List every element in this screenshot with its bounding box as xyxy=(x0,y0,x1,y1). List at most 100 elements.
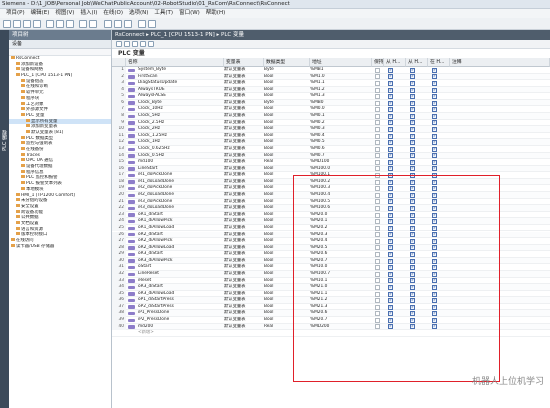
data-type-cell[interactable]: Bool xyxy=(264,120,300,127)
address-cell[interactable]: %M0.6 xyxy=(310,146,348,153)
tag-table-cell[interactable]: 默认变量表 xyxy=(224,264,264,271)
data-type-cell[interactable]: Bool xyxy=(264,80,300,87)
new-row-label[interactable]: <新增> xyxy=(138,330,196,337)
plc-programming-tab[interactable]: PLC 编程 xyxy=(1,130,8,151)
go-online-icon[interactable] xyxy=(138,20,146,28)
tag-name[interactable]: FirstScan xyxy=(138,74,196,81)
data-type-cell[interactable]: Bool xyxy=(264,153,300,160)
accessible-from-hmi-checkbox[interactable]: ✓ xyxy=(388,74,393,80)
header-data-type[interactable]: 数据类型 xyxy=(264,58,310,67)
data-type-cell[interactable]: Bool xyxy=(264,93,300,100)
visible-in-hmi-checkbox[interactable]: ✓ xyxy=(432,133,437,139)
retain-checkbox[interactable] xyxy=(375,67,380,73)
tag-table-cell[interactable]: 默认变量表 xyxy=(224,271,264,278)
menu-item[interactable]: 选项(N) xyxy=(129,10,148,16)
visible-in-hmi-checkbox[interactable]: ✓ xyxy=(432,166,437,172)
address-cell[interactable]: %M1.1 xyxy=(310,80,348,87)
tag-name[interactable]: oR3_diAllowPick xyxy=(138,258,196,265)
tag-table-cell[interactable]: 默认变量表 xyxy=(224,218,264,225)
tag-table-cell[interactable]: 默认变量表 xyxy=(224,139,264,146)
retain-checkbox[interactable] xyxy=(375,80,380,86)
table-row[interactable]: 1 System_Byte 默认变量表 Byte %MB1 ✓ ✓ ✓ xyxy=(112,67,550,74)
tag-name[interactable]: oP2_diStartPress xyxy=(138,304,196,311)
writable-from-hmi-checkbox[interactable]: ✓ xyxy=(410,94,415,100)
tag-table-cell[interactable]: 默认变量表 xyxy=(224,304,264,311)
writable-from-hmi-checkbox[interactable]: ✓ xyxy=(410,127,415,133)
redo-icon[interactable] xyxy=(89,20,97,28)
cut-icon[interactable] xyxy=(46,20,54,28)
tag-name[interactable]: md200 xyxy=(138,324,196,331)
accessible-from-hmi-checkbox[interactable]: ✓ xyxy=(388,120,393,126)
monitor-icon[interactable] xyxy=(140,41,146,47)
retain-checkbox[interactable] xyxy=(375,94,380,100)
tag-table-cell[interactable]: 默认变量表 xyxy=(224,251,264,258)
tag-name[interactable]: md100 xyxy=(138,159,196,166)
header-address[interactable]: 地址 xyxy=(310,58,372,67)
insert-row-icon[interactable] xyxy=(124,41,130,47)
table-row[interactable]: 2 FirstScan 默认变量表 Bool %M1.0 ✓ ✓ ✓ xyxy=(112,73,550,81)
tag-name[interactable]: iR3_doPickDone xyxy=(138,199,196,206)
tag-name[interactable]: iR2_doLoadDone xyxy=(138,192,196,199)
header-comment[interactable]: 注释 xyxy=(450,58,550,67)
tag-table-cell[interactable]: 默认变量表 xyxy=(224,324,264,331)
tag-table-cell[interactable]: 默认变量表 xyxy=(224,74,264,81)
visible-in-hmi-checkbox[interactable]: ✓ xyxy=(432,140,437,146)
data-type-cell[interactable]: Bool xyxy=(264,74,300,81)
visible-in-hmi-checkbox[interactable]: ✓ xyxy=(432,87,437,93)
tag-name[interactable]: oR3_diAllowLoad xyxy=(138,291,196,298)
address-cell[interactable]: %M1.0 xyxy=(310,74,348,81)
data-type-cell[interactable]: Bool xyxy=(264,166,300,173)
visible-in-hmi-checkbox[interactable]: ✓ xyxy=(432,113,437,119)
tag-name[interactable]: oR1_diAllowLoad xyxy=(138,225,196,232)
table-row[interactable]: 6 Clock_Byte 默认变量表 Byte %MB0 ✓ ✓ ✓ xyxy=(112,99,550,107)
accessible-from-hmi-checkbox[interactable]: ✓ xyxy=(388,80,393,86)
tag-table-cell[interactable]: 默认变量表 xyxy=(224,297,264,304)
table-row[interactable]: 7 Clock_10Hz 默认变量表 Bool %M0.0 ✓ ✓ ✓ xyxy=(112,106,550,114)
visible-in-hmi-checkbox[interactable]: ✓ xyxy=(432,107,437,113)
data-type-cell[interactable]: Bool xyxy=(264,139,300,146)
data-type-cell[interactable]: Bool xyxy=(264,87,300,94)
visible-in-hmi-checkbox[interactable]: ✓ xyxy=(432,146,437,152)
table-row[interactable]: 12 Clock_1Hz 默认变量表 Bool %M0.5 ✓ ✓ ✓ xyxy=(112,139,550,146)
tag-name[interactable]: System_Byte xyxy=(138,67,196,74)
header-tag-table[interactable]: 变量表 xyxy=(224,58,264,67)
tag-name[interactable]: Clock_5Hz xyxy=(138,113,196,120)
add-row-icon[interactable] xyxy=(116,41,122,47)
tag-table-cell[interactable]: 默认变量表 xyxy=(224,205,264,212)
table-row[interactable]: 10 Clock_2Hz 默认变量表 Bool %M0.3 ✓ ✓ ✓ xyxy=(112,126,550,133)
visible-in-hmi-checkbox[interactable]: ✓ xyxy=(432,159,437,165)
visible-in-hmi-checkbox[interactable]: ✓ xyxy=(432,94,437,100)
table-row[interactable]: 9 Clock_2.5Hz 默认变量表 Bool %M0.2 ✓ ✓ ✓ xyxy=(112,119,550,127)
writable-from-hmi-checkbox[interactable]: ✓ xyxy=(410,80,415,86)
tag-name[interactable]: iR2_doPickDone xyxy=(138,185,196,192)
retain-checkbox[interactable] xyxy=(375,74,380,80)
tag-table-cell[interactable]: 默认变量表 xyxy=(224,100,264,107)
tag-table-cell[interactable]: 默认变量表 xyxy=(224,291,264,298)
visible-in-hmi-checkbox[interactable]: ✓ xyxy=(432,80,437,86)
tag-name[interactable]: iR1_doPickDone xyxy=(138,172,196,179)
tag-name[interactable]: iReset xyxy=(138,278,196,285)
accessible-from-hmi-checkbox[interactable]: ✓ xyxy=(388,133,393,139)
tag-table-cell[interactable]: 默认变量表 xyxy=(224,106,264,113)
tag-table-cell[interactable]: 默认变量表 xyxy=(224,192,264,199)
accessible-from-hmi-checkbox[interactable]: ✓ xyxy=(388,94,393,100)
address-cell[interactable]: %M0.5 xyxy=(310,139,348,146)
address-cell[interactable]: %M0.4 xyxy=(310,133,348,140)
tag-table-cell[interactable]: 默认变量表 xyxy=(224,93,264,100)
header-writable-hmi[interactable]: 从 H... xyxy=(406,58,428,67)
tag-table-cell[interactable]: 默认变量表 xyxy=(224,133,264,140)
table-row[interactable]: 3 DiagStatusUpdate 默认变量表 Bool %M1.1 ✓ ✓ ✓ xyxy=(112,80,550,87)
tag-table-cell[interactable]: 默认变量表 xyxy=(224,212,264,219)
tag-table-cell[interactable]: 默认变量表 xyxy=(224,120,264,127)
new-project-icon[interactable] xyxy=(3,20,11,28)
tag-name[interactable]: Clock_0.625Hz xyxy=(138,146,196,153)
writable-from-hmi-checkbox[interactable]: ✓ xyxy=(410,100,415,106)
accessible-from-hmi-checkbox[interactable]: ✓ xyxy=(388,159,393,165)
retain-checkbox[interactable] xyxy=(375,140,380,146)
accessible-from-hmi-checkbox[interactable]: ✓ xyxy=(388,153,393,159)
tag-table-cell[interactable]: 默认变量表 xyxy=(224,245,264,252)
address-cell[interactable]: %M100.0 xyxy=(310,166,348,173)
tag-name[interactable]: iP2_PressDone xyxy=(138,317,196,324)
filter-icon[interactable] xyxy=(148,41,154,47)
address-cell[interactable]: %M0.7 xyxy=(310,153,348,160)
